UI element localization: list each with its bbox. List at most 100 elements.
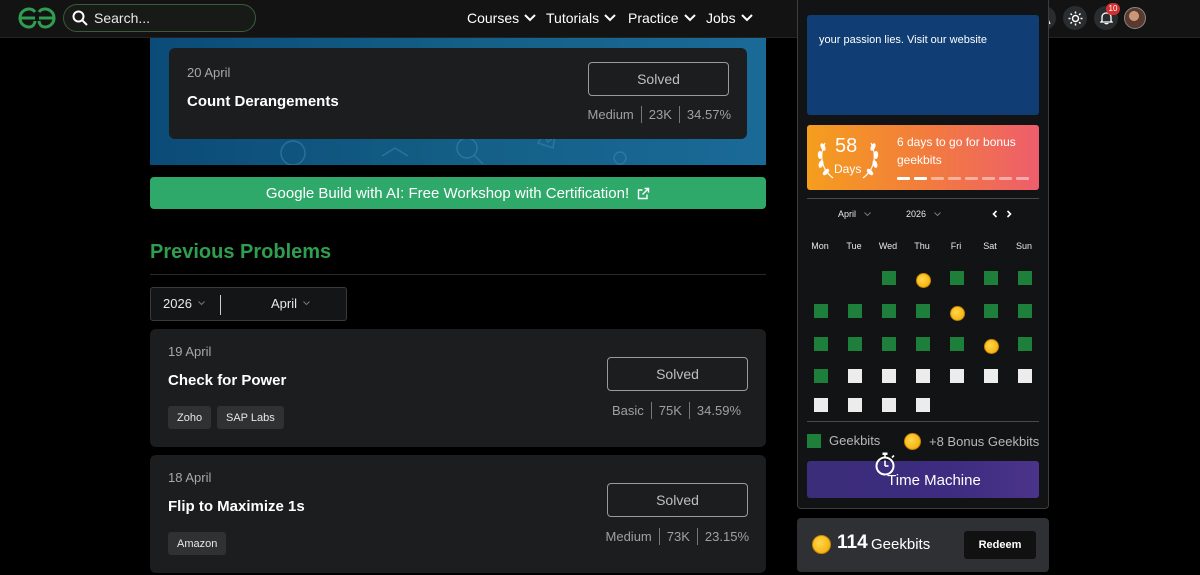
problem-card[interactable]: 19 April Check for Power Zoho SAP Labs S…: [150, 329, 766, 447]
user-avatar[interactable]: [1124, 7, 1146, 29]
problem-stats: Medium 73K 23.15%: [606, 528, 749, 545]
calendar-day-solved[interactable]: [848, 337, 862, 351]
potd-date: 20 April: [187, 65, 231, 80]
nav-jobs[interactable]: Jobs: [706, 10, 753, 26]
stat-divider: [696, 528, 698, 545]
streak-progress-segment: [982, 177, 995, 180]
workshop-promo-banner[interactable]: Google Build with AI: Free Workshop with…: [150, 177, 766, 209]
calendar-day-upcoming[interactable]: [950, 369, 964, 383]
promo-text: Google Build with AI: Free Workshop with…: [265, 184, 630, 202]
advertisement-card[interactable]: your passion lies. Visit our website: [807, 15, 1039, 115]
calendar-day-upcoming[interactable]: [882, 398, 896, 412]
calendar-day-solved[interactable]: [882, 304, 896, 318]
stopwatch-icon: [875, 452, 895, 476]
chevron-right-icon[interactable]: [1004, 208, 1014, 220]
calendar-day-solved[interactable]: [950, 337, 964, 351]
streak-progress-segment: [931, 177, 944, 180]
solved-button[interactable]: Solved: [607, 357, 748, 391]
nav-tutorials[interactable]: Tutorials: [546, 10, 616, 26]
calendar-day-solved[interactable]: [1018, 271, 1032, 285]
legend-geekbits: Geekbits: [807, 433, 880, 448]
streak-progress: [897, 177, 1029, 180]
time-machine-button[interactable]: Time Machine: [807, 461, 1039, 498]
problem-card[interactable]: 18 April Flip to Maximize 1s Amazon Solv…: [150, 455, 766, 573]
potd-title[interactable]: Count Derangements: [187, 93, 339, 110]
year-select[interactable]: 2026: [163, 296, 205, 311]
section-divider: [150, 274, 766, 275]
calendar-day-solved[interactable]: [1018, 304, 1032, 318]
nav-courses[interactable]: Courses: [467, 10, 536, 26]
search-icon: [72, 10, 88, 26]
coin-icon: [812, 535, 831, 554]
legend-bonus: +8 Bonus Geekbits: [904, 433, 1039, 450]
calendar-day-solved[interactable]: [950, 271, 964, 285]
geekbits-summary: 114 Geekbits Redeem: [797, 518, 1049, 572]
weekday-label: Wed: [878, 241, 898, 251]
calendar-day-solved[interactable]: [882, 271, 896, 285]
calendar-day-upcoming[interactable]: [984, 369, 998, 383]
calendar-day-bonus-coin[interactable]: [983, 338, 999, 354]
streak-days-count: 58: [835, 135, 858, 157]
calendar-day-solved[interactable]: [848, 304, 862, 318]
problem-title[interactable]: Flip to Maximize 1s: [168, 498, 305, 515]
ad-text: your passion lies. Visit our website: [819, 34, 987, 46]
calendar-month-select[interactable]: April: [838, 209, 871, 219]
problem-title[interactable]: Check for Power: [168, 372, 286, 389]
calendar-year-select[interactable]: 2026: [906, 209, 941, 219]
calendar-day-upcoming[interactable]: [814, 398, 828, 412]
stat-divider: [678, 106, 680, 123]
calendar-day-upcoming[interactable]: [882, 369, 896, 383]
chevron-down-icon: [740, 14, 753, 22]
calendar-day-solved[interactable]: [814, 304, 828, 318]
weekday-label: Fri: [950, 241, 962, 251]
weekday-label: Thu: [914, 241, 930, 251]
gfg-logo-icon[interactable]: [18, 7, 56, 29]
month-value: April: [271, 296, 298, 311]
accuracy-value: 34.57%: [686, 107, 731, 122]
streak-progress-segment: [965, 177, 978, 180]
calendar-day-bonus-coin[interactable]: [915, 272, 931, 288]
chevron-down-icon: [303, 301, 310, 306]
streak-progress-segment: [914, 177, 927, 180]
nav-practice[interactable]: Practice: [628, 10, 696, 26]
calendar-day-upcoming[interactable]: [1018, 369, 1032, 383]
calendar-day-bonus-coin[interactable]: [949, 305, 965, 321]
calendar-day-solved[interactable]: [984, 304, 998, 318]
potd-solved-button[interactable]: Solved: [588, 62, 729, 96]
calendar-day-solved[interactable]: [916, 304, 930, 318]
calendar-day-solved[interactable]: [916, 337, 930, 351]
chevron-left-icon[interactable]: [990, 208, 1000, 220]
company-tag[interactable]: Amazon: [168, 532, 227, 555]
chevron-down-icon: [934, 211, 941, 216]
calendar-day-upcoming[interactable]: [916, 398, 930, 412]
date-filter: 2026 April: [150, 287, 347, 321]
company-tag[interactable]: Zoho: [168, 406, 212, 429]
calendar-day-solved[interactable]: [814, 337, 828, 351]
streak-progress-segment: [948, 177, 961, 180]
stat-divider: [688, 402, 690, 419]
calendar-day-upcoming[interactable]: [848, 369, 862, 383]
nav-jobs-label: Jobs: [706, 10, 736, 26]
streak-progress-segment: [897, 177, 910, 180]
calendar-day-solved[interactable]: [984, 271, 998, 285]
accuracy-value: 34.59%: [696, 403, 741, 418]
calendar-day-upcoming[interactable]: [848, 398, 862, 412]
search-input[interactable]: [94, 9, 244, 27]
calendar-day-solved[interactable]: [882, 337, 896, 351]
calendar-day-solved[interactable]: [814, 369, 828, 383]
geekbits-label: Geekbits: [871, 536, 931, 553]
submissions-count: 73K: [666, 529, 690, 544]
month-select[interactable]: April: [271, 296, 310, 311]
theme-toggle-button[interactable]: [1063, 6, 1087, 30]
previous-problems-heading: Previous Problems: [150, 241, 332, 263]
streak-progress-segment: [1016, 177, 1029, 180]
solved-button[interactable]: Solved: [607, 483, 748, 517]
company-tag[interactable]: SAP Labs: [217, 406, 284, 429]
calendar-day-solved[interactable]: [1018, 337, 1032, 351]
difficulty-label: Basic: [611, 403, 644, 418]
potd-card[interactable]: 20 April Count Derangements Solved Mediu…: [169, 48, 747, 139]
search-box[interactable]: [63, 4, 256, 32]
potd-stats: Medium 23K 34.57%: [588, 106, 731, 123]
calendar-day-upcoming[interactable]: [916, 369, 930, 383]
redeem-button[interactable]: Redeem: [964, 531, 1036, 559]
